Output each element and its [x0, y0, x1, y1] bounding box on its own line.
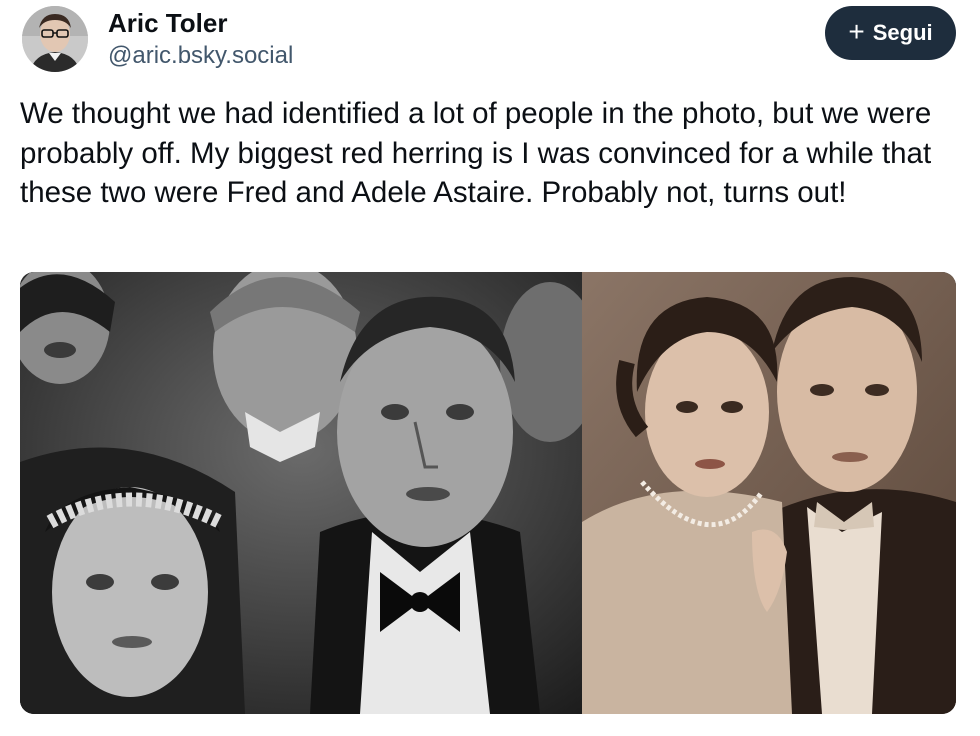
plus-icon: +	[848, 15, 865, 47]
author-avatar[interactable]	[22, 6, 88, 72]
follow-button-label: Segui	[872, 20, 933, 45]
photo-astaire-portrait[interactable]	[582, 272, 956, 714]
media-grid[interactable]	[20, 272, 956, 714]
follow-button[interactable]: + Segui	[825, 6, 956, 60]
post-text: We thought we had identified a lot of pe…	[20, 97, 932, 209]
author-display-name[interactable]: Aric Toler	[108, 8, 227, 38]
post-card: Aric Toler @aric.bsky.social + Segui We …	[0, 0, 980, 736]
author-handle[interactable]: @aric.bsky.social	[108, 42, 293, 70]
photo-group-crop[interactable]	[20, 272, 582, 714]
